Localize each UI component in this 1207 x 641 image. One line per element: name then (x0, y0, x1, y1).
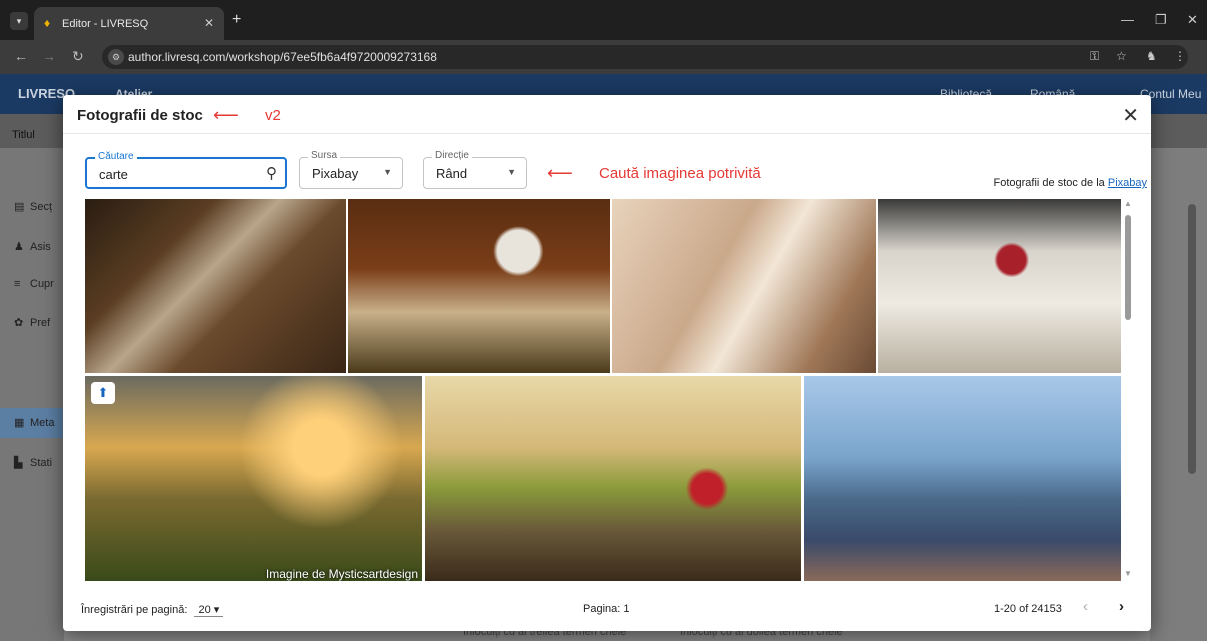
sidebar-item-metadate[interactable]: ▦ Meta (14, 416, 54, 429)
sidebar-item-sectiuni[interactable]: ▤ Secț (14, 200, 52, 213)
dialog-divider (63, 133, 1151, 134)
stock-image-3[interactable] (612, 199, 876, 373)
password-key-icon[interactable]: ⚿ (1090, 49, 1099, 64)
search-label: Căutare (95, 151, 137, 162)
chevron-down-icon: ▼ (507, 167, 516, 177)
source-value: Pixabay (312, 166, 359, 181)
dialog-close-icon[interactable]: ✕ (1122, 103, 1139, 128)
search-input[interactable]: carte (99, 167, 128, 182)
document-title: Titlul (12, 129, 35, 141)
chevron-down-icon: ▼ (383, 167, 392, 177)
sidebar: ▤ Secț ♟ Asis ≡ Cupr ✿ Pref ▦ Meta ▙ Stati (0, 148, 64, 641)
source-select[interactable]: Sursa Pixabay ▼ (299, 150, 403, 189)
app-scrollbar[interactable] (1188, 204, 1196, 474)
stock-image-6[interactable] (425, 376, 801, 581)
scroll-down-icon[interactable]: ▼ (1124, 569, 1132, 578)
stock-image-5[interactable]: ⬆ Imagine de Mysticsartdesign (85, 376, 422, 581)
new-tab-icon[interactable]: + (232, 11, 241, 29)
right-panel (1150, 148, 1207, 641)
search-icon[interactable]: ⚲ (266, 164, 277, 182)
stock-image-2[interactable] (348, 199, 610, 373)
stock-image-4[interactable] (878, 199, 1121, 373)
search-field[interactable]: Căutare carte ⚲ (85, 151, 287, 189)
back-icon[interactable]: ← (14, 48, 28, 64)
url-text: author.livresq.com/workshop/67ee5fb6a4f9… (128, 50, 437, 64)
per-page-select[interactable]: 20 ▾ (194, 603, 224, 617)
sidebar-item-statistici[interactable]: ▙ Stati (14, 456, 52, 469)
per-page-control: Înregistrări pe pagină: 20 ▾ (81, 603, 224, 617)
pin-icon[interactable]: ⬆ (91, 382, 115, 404)
pagination-footer: Înregistrări pe pagină: 20 ▾ Pagina: 1 1… (63, 595, 1151, 625)
page-indicator: Pagina: 1 (583, 603, 630, 615)
per-page-label: Înregistrări pe pagină: (81, 604, 188, 616)
scroll-up-icon[interactable]: ▲ (1124, 199, 1132, 208)
records-range: 1-20 of 24153 (994, 603, 1062, 615)
direction-label: Direcție (432, 150, 472, 161)
prev-page-icon[interactable]: ‹ (1083, 598, 1088, 615)
site-info-icon[interactable]: ⚙ (108, 49, 124, 65)
annotation-arrow-icon: ⟵ (547, 163, 573, 183)
browser-menu-icon[interactable]: ⋮ (1174, 49, 1186, 63)
extension-icon[interactable]: ♞ (1146, 49, 1157, 63)
bookmark-star-icon[interactable]: ☆ (1116, 49, 1127, 63)
stock-image-1[interactable] (85, 199, 346, 373)
sidebar-item-cuprins[interactable]: ≡ Cupr (14, 278, 54, 290)
credit-prefix: Fotografii de stoc de la (993, 177, 1105, 189)
browser-toolbar: ← → ↻ ⚙ author.livresq.com/workshop/67ee… (0, 40, 1207, 74)
image-grid: ⬆ Imagine de Mysticsartdesign (85, 199, 1121, 581)
annotation-search-hint: Caută imaginea potrivită (599, 165, 761, 182)
source-label: Sursa (308, 150, 341, 161)
browser-tabstrip: ▾ ♦ Editor - LIVRESQ ✕ + — ❐ ✕ (0, 0, 1207, 40)
stock-photos-dialog: Fotografii de stoc ⟵ v2 ✕ Căutare carte … (63, 95, 1151, 631)
tab-search-button[interactable]: ▾ (10, 12, 28, 30)
address-bar[interactable]: ⚙ author.livresq.com/workshop/67ee5fb6a4… (102, 45, 1188, 69)
annotation-arrow-icon: ⟵ (213, 105, 239, 125)
tab-close-icon[interactable]: ✕ (204, 16, 214, 30)
restore-icon[interactable]: ❐ (1155, 12, 1167, 28)
direction-select[interactable]: Direcție Rând ▼ (423, 150, 527, 189)
reload-icon[interactable]: ↻ (72, 48, 84, 65)
annotation-v2: v2 (265, 107, 281, 124)
next-page-icon[interactable]: › (1119, 598, 1124, 615)
direction-value: Rând (436, 166, 468, 181)
window-close-icon[interactable]: ✕ (1187, 12, 1198, 28)
pixabay-link[interactable]: Pixabay (1108, 177, 1147, 189)
forward-icon[interactable]: → (42, 48, 56, 64)
minimize-icon[interactable]: — (1121, 12, 1134, 27)
image-caption: Imagine de Mysticsartdesign (265, 567, 418, 581)
tab-title: Editor - LIVRESQ (62, 18, 149, 30)
scroll-thumb[interactable] (1125, 215, 1131, 320)
stock-image-7[interactable] (804, 376, 1121, 581)
livresq-favicon-icon: ♦ (44, 16, 51, 30)
dialog-title: Fotografii de stoc (77, 107, 203, 124)
stock-credit: Fotografii de stoc de la Pixabay (994, 177, 1148, 189)
sidebar-item-preferinte[interactable]: ✿ Pref (14, 316, 50, 329)
grid-scrollbar[interactable]: ▲ ▼ (1123, 199, 1133, 581)
sidebar-item-asistent[interactable]: ♟ Asis (14, 240, 51, 253)
browser-tab[interactable]: ♦ Editor - LIVRESQ ✕ (34, 7, 224, 40)
